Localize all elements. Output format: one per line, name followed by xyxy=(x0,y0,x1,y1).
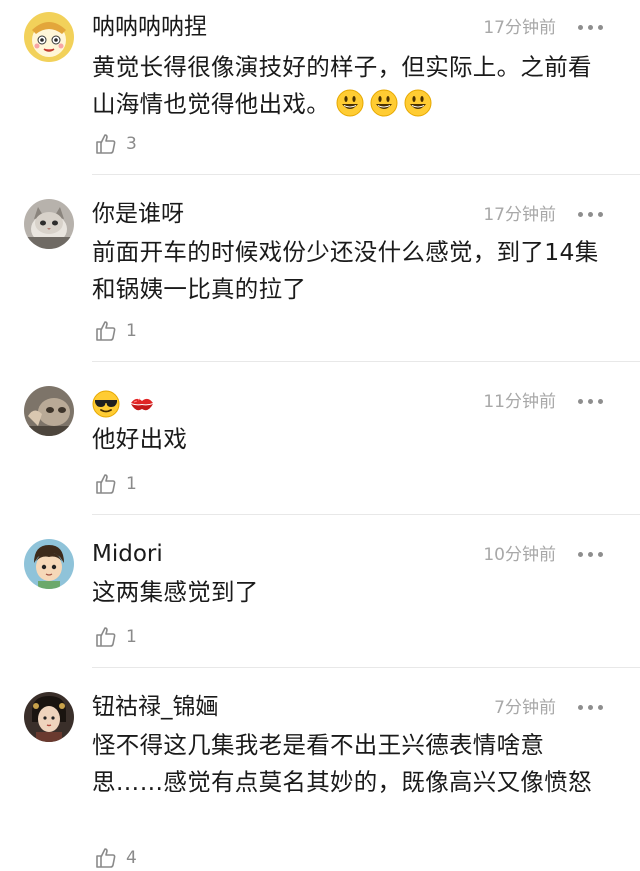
like-count: 1 xyxy=(126,321,137,341)
like-button[interactable]: 3 xyxy=(94,131,137,157)
like-count: 1 xyxy=(126,474,137,494)
comment-item: 钮祜禄_锦婳 7分钟前 怪不得这几集我老是看不出王兴德表情啥意思……感觉有点莫名… xyxy=(0,680,640,868)
comment-item: 11分钟前 他好出戏 1 xyxy=(0,374,640,515)
username[interactable]: 呐呐呐呐捏 xyxy=(92,12,207,42)
comment-text: 这两集感觉到了 xyxy=(92,578,259,606)
comment-text: 他好出戏 xyxy=(92,425,188,453)
like-count: 1 xyxy=(126,627,137,647)
username[interactable]: Midori xyxy=(92,539,163,569)
divider xyxy=(92,174,640,175)
more-options-icon[interactable] xyxy=(578,705,604,711)
username[interactable]: 你是谁呀 xyxy=(92,199,184,229)
grinning-face-icon xyxy=(370,89,398,117)
like-button[interactable]: 4 xyxy=(94,845,137,871)
like-button[interactable]: 1 xyxy=(94,318,137,344)
more-options-icon[interactable] xyxy=(578,399,604,405)
more-options-icon[interactable] xyxy=(578,212,604,218)
grinning-face-icon xyxy=(404,89,432,117)
thumbs-up-icon xyxy=(96,134,116,154)
comment-item: Midori 10分钟前 这两集感觉到了 1 xyxy=(0,527,640,668)
grinning-face-icon xyxy=(336,89,364,117)
comment-item: 你是谁呀 17分钟前 前面开车的时候戏份少还没什么感觉，到了14集和锅姨一比真的… xyxy=(0,187,640,363)
divider xyxy=(92,361,640,362)
avatar[interactable] xyxy=(24,199,74,249)
comment-text: 黄觉长得很像演技好的样子，但实际上。之前看山海情也觉得他出戏。 xyxy=(92,49,612,123)
sunglasses-face-icon xyxy=(92,390,120,417)
kiss-mark-icon xyxy=(131,398,153,410)
username[interactable]: 钮祜禄_锦婳 xyxy=(92,692,219,722)
avatar[interactable] xyxy=(24,692,74,742)
like-button[interactable]: 1 xyxy=(94,624,137,650)
thumbs-up-icon xyxy=(96,627,116,647)
timestamp: 7分钟前 xyxy=(494,698,556,718)
like-count: 3 xyxy=(126,134,137,154)
like-count: 4 xyxy=(126,848,137,868)
thumbs-up-icon xyxy=(96,321,116,341)
like-button[interactable]: 1 xyxy=(94,471,137,497)
divider xyxy=(92,514,640,515)
comment-text: 前面开车的时候戏份少还没什么感觉，到了14集和锅姨一比真的拉了 xyxy=(92,238,599,303)
thumbs-up-icon xyxy=(96,474,116,494)
timestamp: 10分钟前 xyxy=(483,545,556,565)
avatar[interactable] xyxy=(24,386,74,436)
thumbs-up-icon xyxy=(96,848,116,868)
username[interactable] xyxy=(92,388,164,418)
divider xyxy=(92,667,640,668)
more-options-icon[interactable] xyxy=(578,25,604,31)
comment-item: 呐呐呐呐捏 17分钟前 黄觉长得很像演技好的样子，但实际上。之前看山海情也觉得他… xyxy=(0,0,640,176)
more-options-icon[interactable] xyxy=(578,552,604,558)
avatar[interactable] xyxy=(24,12,74,62)
avatar[interactable] xyxy=(24,539,74,589)
timestamp: 17分钟前 xyxy=(483,18,556,38)
timestamp: 11分钟前 xyxy=(483,392,556,412)
timestamp: 17分钟前 xyxy=(483,205,556,225)
comment-text: 怪不得这几集我老是看不出王兴德表情啥意思……感觉有点莫名其妙的，既像高兴又像愤怒 xyxy=(92,731,592,796)
